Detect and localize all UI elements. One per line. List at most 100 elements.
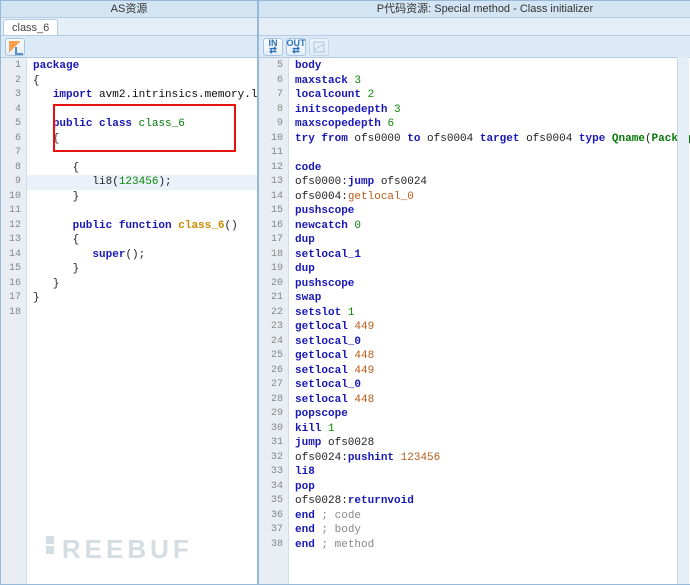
code-line[interactable]: localcount 2 <box>289 88 690 103</box>
line-number: 1 <box>1 59 26 74</box>
swap-out-button[interactable]: OUT⇄ <box>286 38 306 56</box>
line-number: 12 <box>1 219 26 234</box>
line-number: 24 <box>259 335 288 350</box>
line-number: 7 <box>259 88 288 103</box>
code-line[interactable]: setlocal 449 <box>289 364 690 379</box>
code-line[interactable]: setlocal_1 <box>289 248 690 263</box>
line-number: 11 <box>259 146 288 161</box>
swap-in-button[interactable]: IN⇄ <box>263 38 283 56</box>
line-number: 19 <box>259 262 288 277</box>
line-number: 13 <box>259 175 288 190</box>
line-number: 14 <box>1 248 26 263</box>
code-line[interactable] <box>27 306 257 321</box>
right-panel: P代码资源: Special method - Class initialize… <box>258 0 690 585</box>
code-line[interactable]: maxstack 3 <box>289 74 690 89</box>
left-tabbar: class_6 <box>1 18 257 36</box>
code-line[interactable]: } <box>27 291 257 306</box>
code-line[interactable]: setlocal_0 <box>289 378 690 393</box>
code-line[interactable]: { <box>27 233 257 248</box>
right-code[interactable]: bodymaxstack 3localcount 2initscopedepth… <box>289 58 690 584</box>
line-number: 38 <box>259 538 288 553</box>
graph-icon <box>313 41 325 53</box>
code-line[interactable] <box>289 146 690 161</box>
code-line[interactable]: { <box>27 161 257 176</box>
line-number: 10 <box>259 132 288 147</box>
code-line[interactable]: end ; method <box>289 538 690 553</box>
line-number: 3 <box>1 88 26 103</box>
code-line[interactable]: { <box>27 74 257 89</box>
line-number: 23 <box>259 320 288 335</box>
code-line[interactable]: } <box>27 262 257 277</box>
code-line[interactable] <box>27 204 257 219</box>
line-number: 13 <box>1 233 26 248</box>
code-line[interactable] <box>27 146 257 161</box>
line-number: 12 <box>259 161 288 176</box>
code-line[interactable]: ofs0028:returnvoid <box>289 494 690 509</box>
code-line[interactable]: setlocal 448 <box>289 393 690 408</box>
code-line[interactable]: li8(123456); <box>27 175 257 190</box>
code-line[interactable]: super(); <box>27 248 257 263</box>
right-scrollbar[interactable] <box>677 57 689 584</box>
code-line[interactable]: public class class_6 <box>27 117 257 132</box>
swap-out-icon: OUT⇄ <box>287 40 306 54</box>
line-number: 29 <box>259 407 288 422</box>
line-number: 10 <box>1 190 26 205</box>
code-line[interactable]: } <box>27 190 257 205</box>
line-number: 37 <box>259 523 288 538</box>
code-line[interactable]: { <box>27 132 257 147</box>
code-line[interactable]: swap <box>289 291 690 306</box>
code-line[interactable] <box>27 103 257 118</box>
edit-button[interactable] <box>5 38 25 56</box>
code-line[interactable]: ofs0004:getlocal_0 <box>289 190 690 205</box>
code-line[interactable]: getlocal 449 <box>289 320 690 335</box>
line-number: 5 <box>1 117 26 132</box>
line-number: 35 <box>259 494 288 509</box>
code-line[interactable]: dup <box>289 262 690 277</box>
code-line[interactable]: newcatch 0 <box>289 219 690 234</box>
line-number: 11 <box>1 204 26 219</box>
line-number: 16 <box>1 277 26 292</box>
code-line[interactable]: pop <box>289 480 690 495</box>
code-line[interactable]: initscopedepth 3 <box>289 103 690 118</box>
code-line[interactable]: } <box>27 277 257 292</box>
line-number: 7 <box>1 146 26 161</box>
right-code-area[interactable]: 5678910111213141516171819202122232425262… <box>259 58 690 584</box>
line-number: 2 <box>1 74 26 89</box>
code-line[interactable]: li8 <box>289 465 690 480</box>
line-number: 22 <box>259 306 288 321</box>
code-line[interactable]: import avm2.intrinsics.memory.li8; <box>27 88 257 103</box>
left-code[interactable]: package{ import avm2.intrinsics.memory.l… <box>27 58 257 584</box>
code-line[interactable]: getlocal 448 <box>289 349 690 364</box>
left-code-area[interactable]: 123456789101112131415161718 package{ imp… <box>1 58 257 584</box>
line-number: 6 <box>259 74 288 89</box>
code-line[interactable]: maxscopedepth 6 <box>289 117 690 132</box>
line-number: 17 <box>1 291 26 306</box>
tab-class6[interactable]: class_6 <box>3 19 58 35</box>
code-line[interactable]: ofs0000:jump ofs0024 <box>289 175 690 190</box>
code-line[interactable]: popscope <box>289 407 690 422</box>
code-line[interactable]: jump ofs0028 <box>289 436 690 451</box>
code-line[interactable]: public function class_6() <box>27 219 257 234</box>
code-line[interactable]: code <box>289 161 690 176</box>
code-line[interactable]: ofs0024:pushint 123456 <box>289 451 690 466</box>
code-line[interactable]: end ; code <box>289 509 690 524</box>
code-line[interactable]: setslot 1 <box>289 306 690 321</box>
code-line[interactable]: end ; body <box>289 523 690 538</box>
code-line[interactable]: setlocal_0 <box>289 335 690 350</box>
line-number: 26 <box>259 364 288 379</box>
line-number: 6 <box>1 132 26 147</box>
line-number: 27 <box>259 378 288 393</box>
line-number: 18 <box>1 306 26 321</box>
swap-in-icon: IN⇄ <box>269 40 278 54</box>
code-line[interactable]: dup <box>289 233 690 248</box>
code-line[interactable]: kill 1 <box>289 422 690 437</box>
code-line[interactable]: package <box>27 59 257 74</box>
line-number: 21 <box>259 291 288 306</box>
edit-icon <box>9 41 21 53</box>
line-number: 8 <box>1 161 26 176</box>
code-line[interactable]: pushscope <box>289 204 690 219</box>
code-line[interactable]: pushscope <box>289 277 690 292</box>
code-line[interactable]: try from ofs0000 to ofs0004 target ofs00… <box>289 132 690 147</box>
graph-button[interactable] <box>309 38 329 56</box>
code-line[interactable]: body <box>289 59 690 74</box>
